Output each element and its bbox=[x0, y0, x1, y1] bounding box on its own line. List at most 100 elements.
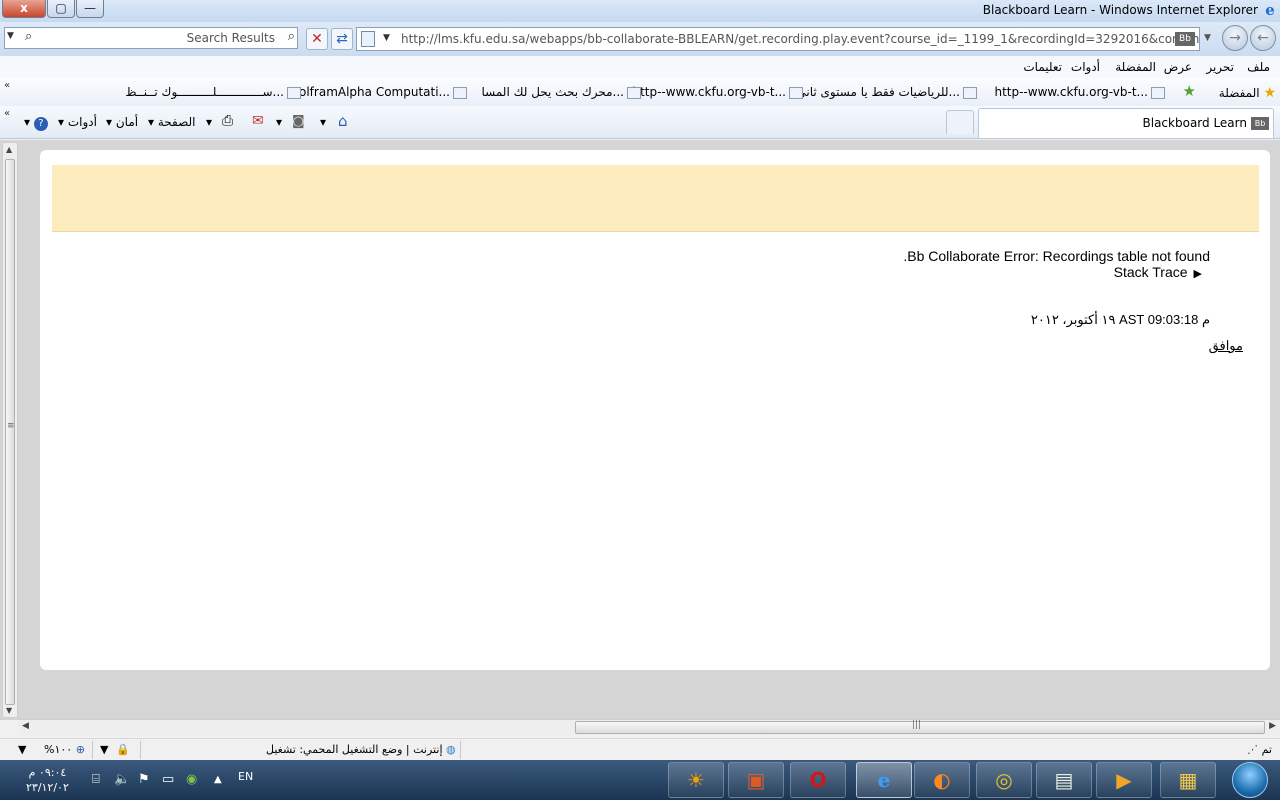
favorite-link-1[interactable]: http--www.ckfu.org-vb-t... bbox=[994, 85, 1168, 99]
mail-icon[interactable]: ✉ bbox=[252, 113, 264, 129]
home-icon[interactable]: ⌂ bbox=[338, 112, 348, 130]
close-button[interactable]: x bbox=[2, 0, 46, 18]
address-dropdown-icon[interactable]: ▼ bbox=[383, 33, 390, 43]
protected-mode-dropdown-icon[interactable]: ▼ bbox=[100, 743, 108, 756]
scroll-up-icon[interactable]: ▲ bbox=[6, 145, 12, 154]
taskbar-opera-icon[interactable]: O bbox=[790, 762, 846, 798]
expand-triangle-icon: ▶ bbox=[1193, 268, 1202, 280]
page-icon bbox=[361, 31, 375, 47]
favorite-link-4[interactable]: محرك بحث يحل لك المسا... bbox=[482, 85, 645, 99]
language-indicator[interactable]: EN bbox=[238, 770, 253, 783]
lock-icon: 🔒 bbox=[116, 743, 130, 756]
tab-blackboard-learn[interactable]: Blackboard Learn Bb bbox=[978, 108, 1274, 138]
page-icon bbox=[453, 86, 467, 99]
favorite-link-6[interactable]: ســـــــــــــلــــــــــوك تــنــظ... bbox=[125, 85, 304, 99]
scroll-grip-icon: ≡ bbox=[7, 421, 15, 431]
display-icon[interactable]: ▭ bbox=[162, 772, 174, 787]
search-input[interactable]: Search Results bbox=[187, 31, 275, 45]
taskbar-ie-icon[interactable]: e bbox=[856, 762, 912, 798]
favorite-link-label: للرياضيات فقط يا مستوى ثاني... bbox=[796, 85, 960, 99]
scroll-left-icon[interactable]: ◀ bbox=[22, 721, 29, 731]
page-icon bbox=[627, 86, 641, 99]
network-icon[interactable]: ⌸ bbox=[92, 772, 100, 787]
forward-button[interactable]: → bbox=[1222, 25, 1248, 51]
taskbar-explorer-icon[interactable]: ▦ bbox=[1160, 762, 1216, 798]
address-bar[interactable]: ▼ http://lms.kfu.edu.sa/webapps/bb-colla… bbox=[356, 27, 1200, 51]
scroll-down-icon[interactable]: ▼ bbox=[6, 706, 12, 715]
home-dropdown-icon[interactable]: ▾ bbox=[320, 115, 326, 129]
action-center-flag-icon[interactable]: ⚑ bbox=[138, 772, 150, 787]
menu-edit[interactable]: تحرير bbox=[1206, 60, 1234, 74]
error-timestamp: ١٩ أكتوبر، ٢٠١٢ AST 09:03:18 م bbox=[1030, 312, 1210, 327]
search-box[interactable]: ▼ ⌕ Search Results ⌕ bbox=[4, 27, 298, 49]
volume-icon[interactable]: 🔈 bbox=[114, 772, 130, 787]
search-go-icon[interactable]: ⌕ bbox=[288, 29, 295, 44]
add-favorite-icon[interactable]: ★ bbox=[1183, 82, 1196, 100]
favorites-overflow-icon[interactable]: « bbox=[4, 80, 10, 91]
menu-file[interactable]: ملف bbox=[1247, 60, 1270, 74]
favorites-button[interactable]: المفضلة ★ bbox=[1219, 85, 1276, 101]
page-icon bbox=[789, 86, 803, 99]
zoom-level[interactable]: %١٠٠ ⊕ bbox=[44, 743, 85, 756]
status-bar: ▼ %١٠٠ ⊕ ▼ 🔒 إنترنت | وضع التشغيل المحمي… bbox=[0, 738, 1280, 761]
back-button[interactable]: ← bbox=[1250, 25, 1276, 51]
page-menu-button[interactable]: ▾ الصفحة bbox=[148, 115, 196, 129]
ok-link[interactable]: موافق bbox=[1209, 338, 1243, 354]
print-dropdown-icon[interactable]: ▾ bbox=[206, 115, 212, 129]
security-zone[interactable]: إنترنت | وضع التشغيل المحمي: تشغيل ◍ bbox=[266, 743, 456, 756]
zoom-dropdown-icon[interactable]: ▼ bbox=[18, 743, 26, 756]
new-tab-button[interactable] bbox=[946, 110, 974, 134]
taskbar-media-player-icon[interactable]: ▶ bbox=[1096, 762, 1152, 798]
show-hidden-icons[interactable]: ▲ bbox=[214, 774, 222, 785]
recent-pages-dropdown-icon[interactable]: ▼ bbox=[1204, 33, 1211, 43]
menu-tools[interactable]: أدوات bbox=[1071, 60, 1100, 74]
taskbar-chrome-icon[interactable]: ◎ bbox=[976, 762, 1032, 798]
search-provider-icon: ⌕ bbox=[25, 29, 33, 44]
taskbar-powerpoint-icon[interactable]: ▣ bbox=[728, 762, 784, 798]
vertical-scrollbar[interactable]: ▲ ≡ ▼ bbox=[2, 142, 18, 718]
minimize-button[interactable]: — bbox=[76, 0, 104, 18]
favorite-link-label: http--www.ckfu.org-vb-t... bbox=[994, 85, 1148, 99]
menu-help[interactable]: تعليمات bbox=[1023, 60, 1062, 74]
status-divider bbox=[460, 741, 461, 759]
scroll-right-icon[interactable]: ▶ bbox=[1269, 721, 1276, 731]
resize-grip-icon: ⋰ bbox=[1247, 743, 1258, 756]
title-bar: x ▢ — Blackboard Learn - Windows Interne… bbox=[0, 0, 1280, 23]
stack-trace-label: Stack Trace bbox=[1113, 264, 1188, 280]
stop-button[interactable]: ✕ bbox=[306, 28, 328, 50]
favorite-link-2[interactable]: للرياضيات فقط يا مستوى ثاني... bbox=[796, 85, 980, 99]
safety-menu-button[interactable]: ▾ أمان bbox=[106, 115, 138, 129]
page-icon bbox=[287, 86, 301, 99]
clock-time: ٠٩:٠٤ م bbox=[28, 766, 67, 779]
rss-feed-icon[interactable]: ◙ bbox=[292, 114, 305, 129]
taskbar-document-icon[interactable]: ▤ bbox=[1036, 762, 1092, 798]
refresh-button[interactable]: ⇄ bbox=[331, 28, 353, 50]
horizontal-scrollbar[interactable]: ◀ ||| ▶ bbox=[18, 719, 1280, 735]
search-dropdown-icon[interactable]: ▼ bbox=[7, 31, 14, 41]
command-bar: « ▾ ? ▾ أدوات ▾ أمان ▾ الصفحة ▾ ⎙ ✉ ▾ ◙ … bbox=[0, 106, 1280, 139]
feeds-dropdown-icon[interactable]: ▾ bbox=[276, 115, 282, 129]
tray-app-icon[interactable]: ◉ bbox=[186, 772, 197, 787]
menu-view[interactable]: عرض bbox=[1164, 60, 1192, 74]
favorite-link-5[interactable]: WolframAlpha Computati... bbox=[288, 85, 470, 99]
stack-trace-toggle[interactable]: Stack Trace ▶ bbox=[1114, 264, 1202, 280]
favorites-bar: « المفضلة ★ ★ http--www.ckfu.org-vb-t...… bbox=[0, 78, 1280, 107]
zoom-label: %١٠٠ bbox=[44, 743, 73, 756]
system-clock[interactable]: ٠٩:٠٤ م ٢٣/١٢/٠٢ bbox=[26, 765, 69, 795]
page-icon bbox=[963, 86, 977, 99]
favorite-link-3[interactable]: http--www.ckfu.org-vb-t... bbox=[632, 85, 806, 99]
tools-menu-button[interactable]: ▾ أدوات bbox=[58, 115, 97, 129]
site-badge-icon: Bb bbox=[1175, 32, 1195, 46]
taskbar-sun-app-icon[interactable]: ☀ bbox=[668, 762, 724, 798]
vertical-scroll-thumb[interactable] bbox=[5, 159, 15, 705]
globe-icon: ◍ bbox=[446, 743, 456, 756]
start-button[interactable] bbox=[1232, 762, 1268, 798]
help-menu-button[interactable]: ▾ ? bbox=[24, 115, 48, 131]
print-icon[interactable]: ⎙ bbox=[222, 113, 233, 129]
taskbar-firefox-icon[interactable]: ◐ bbox=[914, 762, 970, 798]
back-forward-group: ▼ → ← bbox=[1204, 25, 1278, 53]
address-url[interactable]: http://lms.kfu.edu.sa/webapps/bb-collabo… bbox=[401, 32, 1199, 46]
menu-favorites[interactable]: المفضلة bbox=[1115, 60, 1156, 74]
commandbar-overflow-icon[interactable]: « bbox=[4, 108, 10, 119]
maximize-button[interactable]: ▢ bbox=[47, 0, 75, 18]
